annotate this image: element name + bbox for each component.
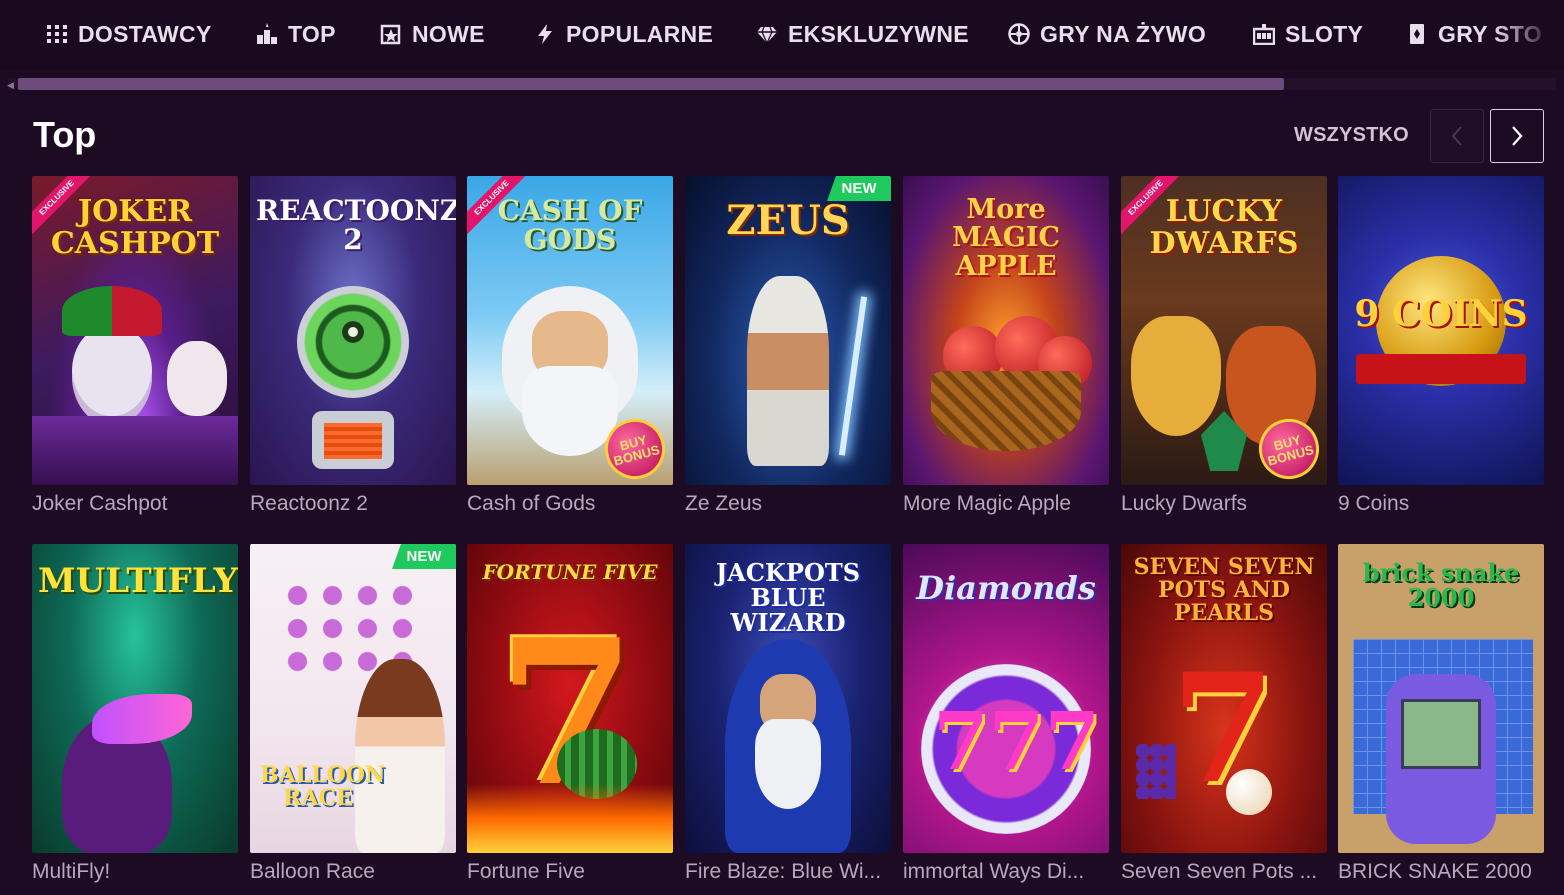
new-badge: NEW (827, 176, 891, 201)
pearl-shape (1226, 769, 1272, 815)
nav-item-top[interactable]: TOP (256, 17, 336, 51)
carousel-next-button[interactable] (1490, 109, 1544, 163)
banner-shape (1356, 354, 1526, 384)
nav-item-exclusive[interactable]: EKSKLUZYWNE (756, 17, 969, 51)
fire-shape (467, 784, 673, 853)
scroll-left-arrow-icon[interactable]: ◀ (7, 80, 14, 91)
nav-item-label: DOSTAWCY (78, 20, 212, 47)
joker-hat-shape (62, 286, 162, 336)
game-name: Fire Blaze: Blue Wi... (685, 860, 882, 883)
game-thumbnail: brick snake 2000 (1338, 544, 1544, 853)
game-name: Balloon Race (250, 860, 375, 883)
game-thumbnail: BALLOON RACE NEW (250, 544, 456, 853)
game-art-title: CASH OF GODS (497, 194, 643, 257)
new-star-icon (380, 23, 402, 45)
nav-item-label: POPULARNE (566, 20, 714, 47)
lightning-icon (534, 23, 556, 45)
section-title: Top (33, 114, 97, 155)
wizard-beard-shape (755, 719, 821, 809)
nav-item-providers[interactable]: DOSTAWCY (46, 17, 212, 51)
game-name: More Magic Apple (903, 492, 1072, 515)
chevron-right-icon (1512, 126, 1523, 146)
grapes-shape (1136, 744, 1176, 799)
game-art-title: brick snake 2000 (1362, 558, 1520, 613)
game-name: Ze Zeus (685, 492, 763, 515)
nav-fade (1494, 0, 1564, 70)
game-art-title: BALLOON RACE (260, 762, 386, 812)
game-thumbnail: JACKPOTS BLUE WIZARD (685, 544, 891, 853)
game-art-title: MULTIFLY! (38, 561, 238, 601)
game-name: immortal Ways Di... (903, 860, 1085, 883)
game-name: Fortune Five (467, 860, 585, 883)
host-shape (355, 659, 445, 853)
nav-item-label: TOP (288, 20, 336, 47)
game-name: MultiFly! (32, 860, 111, 883)
game-name: Reactoonz 2 (250, 492, 368, 515)
game-name: Cash of Gods (467, 492, 596, 515)
game-thumbnail: JOKER CASHPOT EXCLUSIVE (32, 176, 238, 485)
machine-screen-shape (324, 423, 382, 459)
dwarf-beard-shape (1131, 316, 1221, 436)
game-thumbnail: CASH OF GODS EXCLUSIVE BUY BONUS (467, 176, 673, 485)
nav-item-popular[interactable]: POPULARNE (534, 17, 713, 51)
phone-screen-shape (1401, 699, 1481, 769)
roulette-icon (1008, 23, 1030, 45)
game-art-title: More MAGIC APPLE (951, 194, 1060, 282)
nav-item-live-games[interactable]: GRY NA ŻYWO (1008, 17, 1206, 51)
game-thumbnail: MULTIFLY! (32, 544, 238, 853)
nav-item-label: EKSKLUZYWNE (788, 20, 969, 47)
zeus-body-shape (747, 276, 829, 466)
alien-eye-shape (342, 321, 364, 343)
nav-item-slots[interactable]: SLOTY (1252, 17, 1364, 51)
game-art-title: SEVEN SEVEN POTS AND PEARLS (1133, 554, 1315, 627)
new-badge: NEW (392, 544, 456, 569)
carousel-prev-button[interactable] (1430, 109, 1484, 163)
joker2-face-shape (167, 341, 227, 416)
game-name: BRICK SNAKE 2000 (1338, 860, 1532, 883)
game-art-title: JACKPOTS BLUE WIZARD (715, 558, 861, 638)
game-art-title: Diamonds (916, 569, 1096, 607)
slot-machine-icon (1252, 23, 1276, 46)
game-name: Seven Seven Pots ... (1121, 860, 1318, 883)
game-thumbnail: SEVEN SEVEN POTS AND PEARLS 7 (1121, 544, 1327, 853)
game-thumbnail: More MAGIC APPLE (903, 176, 1109, 485)
game-thumbnail: LUCKY DWARFS EXCLUSIVE BUY BONUS (1121, 176, 1327, 485)
game-thumbnail: ZEUS NEW (685, 176, 891, 485)
nav-item-label: NOWE (412, 20, 485, 47)
nav-item-label: SLOTY (1285, 20, 1364, 47)
game-thumbnail: REACTOONZ 2 (250, 176, 456, 485)
game-art-title: ZEUS (726, 197, 850, 244)
toucan-beak-shape (92, 694, 192, 744)
game-name: Joker Cashpot (32, 492, 168, 515)
game-name: Lucky Dwarfs (1121, 492, 1248, 515)
game-thumbnail: 9 COINS (1338, 176, 1544, 485)
nav-item-new[interactable]: NOWE (380, 17, 485, 51)
game-thumbnail: FORTUNE FIVE 7 (467, 544, 673, 853)
game-art-title: REACTOONZ 2 (256, 194, 456, 257)
game-thumbnail: Diamonds 777 (903, 544, 1109, 853)
grid-icon (46, 23, 68, 45)
basket-shape (931, 371, 1081, 451)
diamond-icon (756, 23, 778, 45)
joker-face-shape (72, 326, 152, 426)
game-art-title: FORTUNE FIVE (482, 560, 658, 584)
chevron-left-icon (1451, 126, 1462, 146)
god-beard-shape (522, 366, 618, 456)
nav-item-label: GRY NA ŻYWO (1040, 20, 1207, 47)
triple-seven-shape: 777 (933, 694, 1100, 788)
category-nav: DOSTAWCY TOP NOWE POPULARNE EKSKLUZYWNE (0, 0, 1564, 70)
see-all-link[interactable]: WSZYSTKO (1294, 124, 1409, 147)
nav-scrollbar-thumb[interactable] (18, 78, 1284, 90)
game-art-title: JOKER CASHPOT (50, 194, 220, 261)
table-shape (32, 416, 238, 485)
podium-icon (256, 23, 278, 45)
cards-icon (1406, 23, 1428, 45)
game-name: 9 Coins (1338, 492, 1410, 515)
game-art-title: 9 COINS (1354, 293, 1528, 335)
lightning-bolt-shape (838, 296, 868, 456)
game-art-title: LUCKY DWARFS (1149, 194, 1299, 261)
